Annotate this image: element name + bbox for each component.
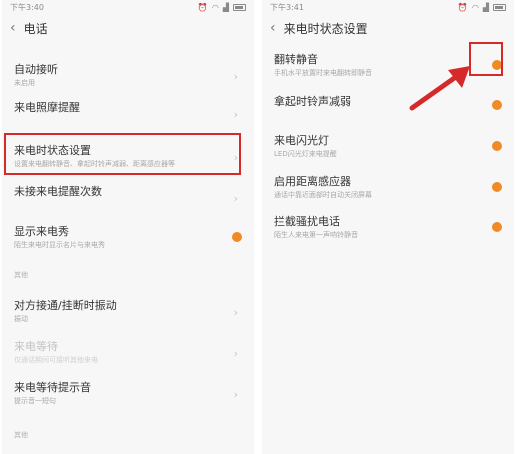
annotation-arrow-icon bbox=[409, 66, 470, 111]
